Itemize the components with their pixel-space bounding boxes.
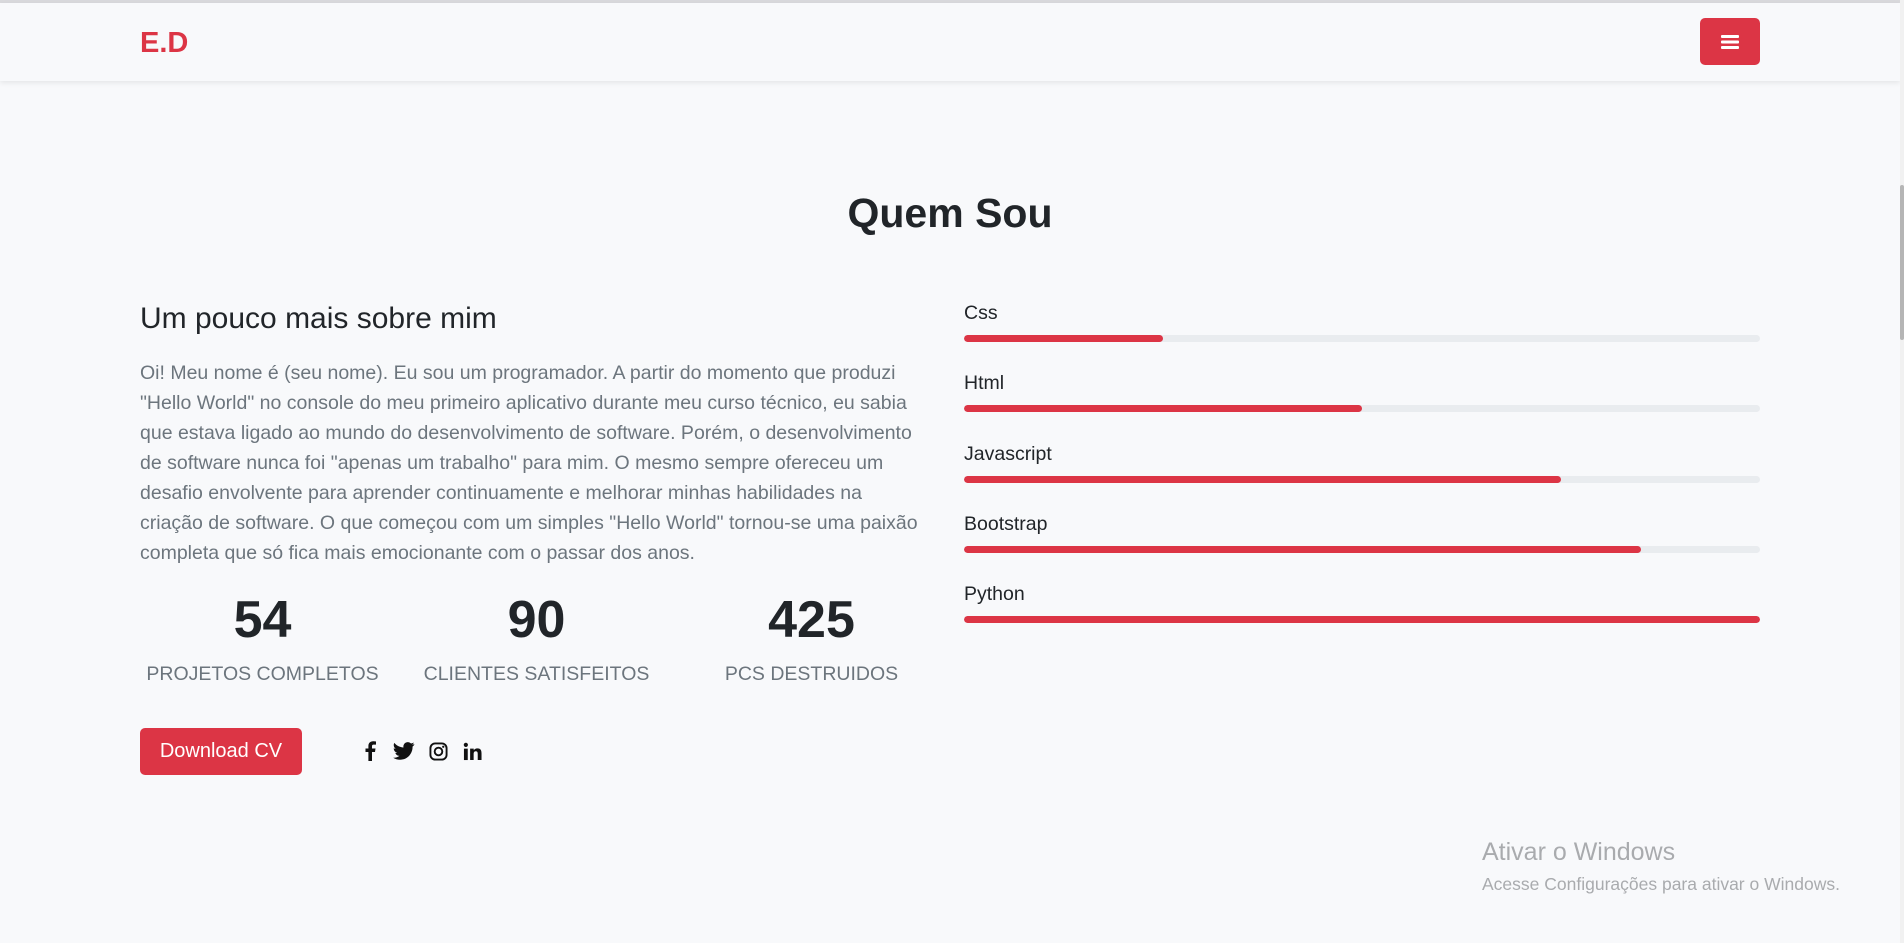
stat-number: 54 [233, 591, 292, 649]
menu-toggle-button[interactable] [1700, 18, 1760, 65]
skill-progress-fill [964, 405, 1362, 412]
skill-css: Css [964, 302, 1760, 342]
skill-progress-track [964, 616, 1760, 623]
skill-progress-track [964, 476, 1760, 483]
stat-projects: 54 PROJETOS COMPLETOS [125, 585, 400, 686]
skill-progress-fill [964, 546, 1641, 553]
brand-logo[interactable]: E.D [140, 27, 188, 60]
skill-progress-track [964, 546, 1760, 553]
scrollbar-thumb[interactable] [1900, 185, 1904, 340]
skill-progress-fill [964, 476, 1561, 483]
stat-number: 90 [507, 591, 566, 649]
skill-name: Html [964, 372, 1005, 394]
windows-activation-title: Ativar o Windows [1482, 838, 1676, 866]
skill-javascript: Javascript [964, 443, 1760, 483]
windows-activation-subtitle: Acesse Configurações para ativar o Windo… [1482, 874, 1840, 894]
about-paragraph: Oi! Meu nome é (seu nome). Eu sou um pro… [140, 362, 918, 564]
navbar: E.D [0, 3, 1900, 81]
about-subtitle: Um pouco mais sobre mim [140, 302, 497, 335]
linkedin-icon[interactable] [460, 739, 484, 763]
stat-label: PCS DESTRUIDOS [724, 663, 899, 685]
skill-name: Javascript [964, 443, 1052, 465]
instagram-icon[interactable] [426, 739, 450, 763]
stat-number: 425 [768, 591, 855, 649]
social-links [358, 739, 484, 763]
skill-progress-track [964, 405, 1760, 412]
stat-pcs: 425 PCS DESTRUIDOS [674, 585, 949, 686]
skill-python: Python [964, 583, 1760, 623]
facebook-icon[interactable] [358, 739, 382, 763]
download-cv-button[interactable]: Download CV [140, 728, 302, 775]
twitter-icon[interactable] [392, 739, 416, 763]
stat-label: PROJETOS COMPLETOS [146, 663, 379, 685]
skill-html: Html [964, 372, 1760, 412]
skill-name: Bootstrap [964, 513, 1048, 535]
skill-name: Python [964, 583, 1025, 605]
skill-bootstrap: Bootstrap [964, 513, 1760, 553]
skill-name: Css [964, 302, 998, 324]
stat-clients: 90 CLIENTES SATISFEITOS [399, 585, 674, 686]
skill-progress-fill [964, 616, 1760, 623]
scrollbar-track[interactable] [1900, 0, 1904, 943]
stat-label: CLIENTES SATISFEITOS [423, 663, 650, 685]
hamburger-icon [1721, 34, 1739, 49]
skill-progress-track [964, 335, 1760, 342]
section-title: Quem Sou [847, 190, 1053, 236]
skill-progress-fill [964, 335, 1163, 342]
